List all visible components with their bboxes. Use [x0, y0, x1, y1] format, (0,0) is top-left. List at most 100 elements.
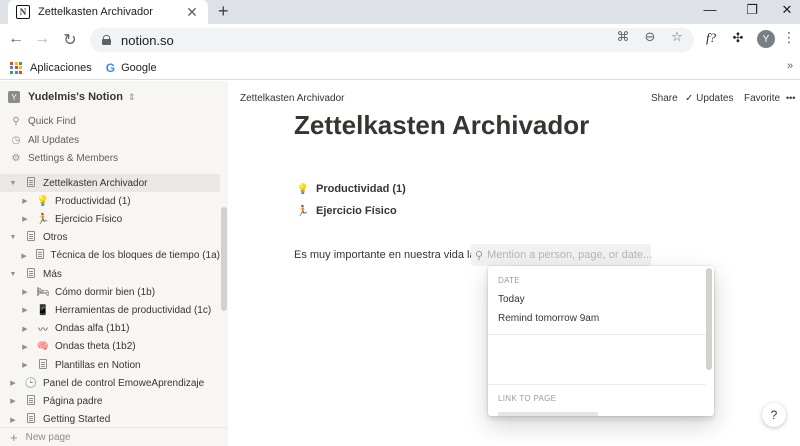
document-icon	[39, 358, 47, 369]
sidebar-tree-label: Getting Started	[43, 414, 111, 426]
menu-divider	[488, 334, 706, 335]
breadcrumb[interactable]: Zettelkasten Archivador	[240, 93, 345, 104]
notion-sidebar: Y Yudelmis's Notion ⇕ ⚲ Quick Find ◷ All…	[0, 81, 228, 446]
sidebar-tree-label: Cómo dormir bien (1b)	[55, 286, 156, 298]
caret-right-icon[interactable]: ▶	[20, 361, 30, 369]
bookmark-google[interactable]: Google	[121, 62, 156, 74]
sidebar-tree-item[interactable]: ▼ Más	[0, 265, 220, 283]
share-button[interactable]: Share	[651, 93, 678, 104]
all-updates-link[interactable]: ◷ All Updates	[10, 135, 80, 146]
caret-right-icon[interactable]: ▶	[8, 416, 18, 424]
sidebar-tree-label: Panel de control EmoweAprendizaje	[43, 377, 205, 389]
mention-placeholder: Mention a person, page, or date...	[487, 249, 653, 261]
gear-icon: ⚙	[11, 153, 21, 164]
mention-menu: DATE Today Remind tomorrow 9am LINK TO P…	[488, 266, 714, 416]
sidebar-tree-item[interactable]: ▶ 🧠 Ondas theta (1b2)	[0, 338, 220, 356]
browser-tab[interactable]: N Zettelkasten Archivador ✕	[8, 0, 208, 24]
google-logo-icon: G	[105, 60, 116, 75]
profile-avatar[interactable]: Y	[757, 30, 775, 48]
tab-close-icon[interactable]: ✕	[184, 4, 200, 21]
address-bar[interactable]: notion.so	[90, 28, 694, 52]
lightbulb-icon: 💡	[296, 183, 310, 195]
new-tab-button[interactable]: +	[218, 1, 229, 22]
back-arrow-icon[interactable]: ←	[6, 30, 26, 48]
sidebar-tree-label: Ejercicio Físico	[55, 213, 123, 225]
maximize-button[interactable]: ❐	[742, 2, 762, 18]
caret-right-icon[interactable]: ▶	[8, 379, 18, 387]
search-icon: ⚲	[475, 249, 484, 262]
bookmarks-overflow[interactable]: »	[787, 60, 793, 72]
star-bookmark-icon[interactable]: ☆	[668, 29, 686, 45]
sidebar-tree-item[interactable]: ▶ Plantillas en Notion	[0, 356, 220, 374]
forward-arrow-icon[interactable]: →	[32, 30, 52, 48]
translate-icon[interactable]: ⌘	[614, 29, 632, 45]
page-emoji-icon: 〰	[38, 325, 48, 337]
document-icon	[35, 249, 44, 260]
sidebar-tree-item[interactable]: ▶ 🛏 Cómo dormir bien (1b)	[0, 283, 220, 301]
sidebar-tree-item[interactable]: ▼ Zettelkasten Archivador	[0, 174, 220, 192]
zoom-icon[interactable]: ⊖	[641, 29, 659, 45]
caret-right-icon[interactable]: ▶	[20, 197, 30, 205]
child-page-label: Ejercicio Físico	[316, 205, 397, 217]
help-button[interactable]: ?	[762, 403, 786, 427]
sidebar-tree-item[interactable]: ▶ 〰 Ondas alfa (1b1)	[0, 320, 220, 338]
apps-grid-icon	[10, 61, 22, 74]
caret-right-icon[interactable]: ▶	[20, 288, 30, 296]
bookmark-apps[interactable]: Aplicaciones	[30, 62, 92, 74]
page-title[interactable]: Zettelkasten Archivador	[294, 110, 589, 141]
close-window-button[interactable]: ✕	[777, 2, 797, 18]
browser-toolbar: ← → ↻ notion.so ⌘ ⊖ ☆ f? ✣ Y ⋮	[0, 24, 800, 56]
sidebar-tree-label: Plantillas en Notion	[55, 359, 141, 371]
sidebar-tree-label: Más	[43, 268, 62, 280]
menu-item-partial[interactable]	[498, 412, 598, 416]
sidebar-tree-label: Ondas theta (1b2)	[55, 341, 136, 353]
more-options-button[interactable]: •••	[786, 93, 795, 103]
caret-right-icon[interactable]: ▶	[20, 306, 30, 314]
extension-formula-icon[interactable]: f?	[701, 30, 721, 46]
sidebar-tree-label: Página padre	[43, 395, 103, 407]
chrome-menu-icon[interactable]: ⋮	[782, 29, 796, 46]
tab-title: Zettelkasten Archivador	[38, 6, 153, 18]
sidebar-tree-item[interactable]: ▶ 🏃 Ejercicio Físico	[0, 210, 220, 228]
all-updates-label: All Updates	[28, 135, 80, 146]
sidebar-tree-label: Técnica de los bloques de tiempo (1a)	[50, 250, 220, 262]
child-page-label: Productividad (1)	[316, 183, 406, 195]
sidebar-tree-item[interactable]: ▶ 💡 Productividad (1)	[0, 192, 220, 210]
child-page-ejercicio[interactable]: 🏃 Ejercicio Físico	[296, 205, 397, 217]
sidebar-tree-item[interactable]: ▼ Otros	[0, 229, 220, 247]
caret-down-icon[interactable]: ▼	[8, 180, 18, 187]
sidebar-tree-item[interactable]: ▶ Getting Started	[0, 411, 220, 429]
favorite-button[interactable]: Favorite	[744, 93, 780, 104]
sidebar-tree-item[interactable]: ▶ Página padre	[0, 392, 220, 410]
sidebar-tree-item[interactable]: ▶ 📱 Herramientas de productividad (1c)	[0, 301, 220, 319]
updates-button[interactable]: ✓ Updates	[685, 93, 733, 104]
caret-right-icon[interactable]: ▶	[20, 215, 30, 223]
page-icon	[36, 358, 50, 372]
menu-scrollbar[interactable]	[706, 268, 712, 370]
sidebar-tree-item[interactable]: ▶ Técnica de los bloques de tiempo (1a)	[0, 247, 220, 265]
extensions-puzzle-icon[interactable]: ✣	[728, 30, 748, 46]
sidebar-scrollbar[interactable]	[221, 207, 227, 311]
url-text: notion.so	[121, 32, 174, 48]
text-block[interactable]: Es muy importante en nuestra vida la	[294, 249, 476, 261]
settings-link[interactable]: ⚙ Settings & Members	[10, 153, 119, 164]
quick-find-link[interactable]: ⚲ Quick Find	[10, 116, 75, 127]
new-page-button[interactable]: + New page	[0, 427, 228, 446]
notion-favicon-icon: N	[16, 5, 30, 19]
checkmark-icon: ✓	[685, 93, 697, 104]
sidebar-tree-item[interactable]: ▶ 🕒 Panel de control EmoweAprendizaje	[0, 374, 220, 392]
sidebar-tree-label: Productividad (1)	[55, 195, 131, 207]
caret-down-icon[interactable]: ▼	[8, 234, 18, 241]
workspace-switcher[interactable]: Y Yudelmis's Notion ⇕	[8, 91, 135, 103]
menu-item-remind-tomorrow[interactable]: Remind tomorrow 9am	[498, 313, 599, 324]
caret-right-icon[interactable]: ▶	[20, 252, 28, 260]
child-page-productividad[interactable]: 💡 Productividad (1)	[296, 183, 406, 195]
reload-icon[interactable]: ↻	[60, 30, 80, 50]
caret-right-icon[interactable]: ▶	[20, 343, 30, 351]
minimize-button[interactable]: —	[700, 2, 720, 17]
caret-right-icon[interactable]: ▶	[20, 325, 30, 333]
mention-input[interactable]: ⚲ Mention a person, page, or date...	[471, 244, 653, 266]
caret-right-icon[interactable]: ▶	[8, 397, 18, 405]
caret-down-icon[interactable]: ▼	[8, 271, 18, 278]
menu-item-today[interactable]: Today	[498, 294, 525, 305]
